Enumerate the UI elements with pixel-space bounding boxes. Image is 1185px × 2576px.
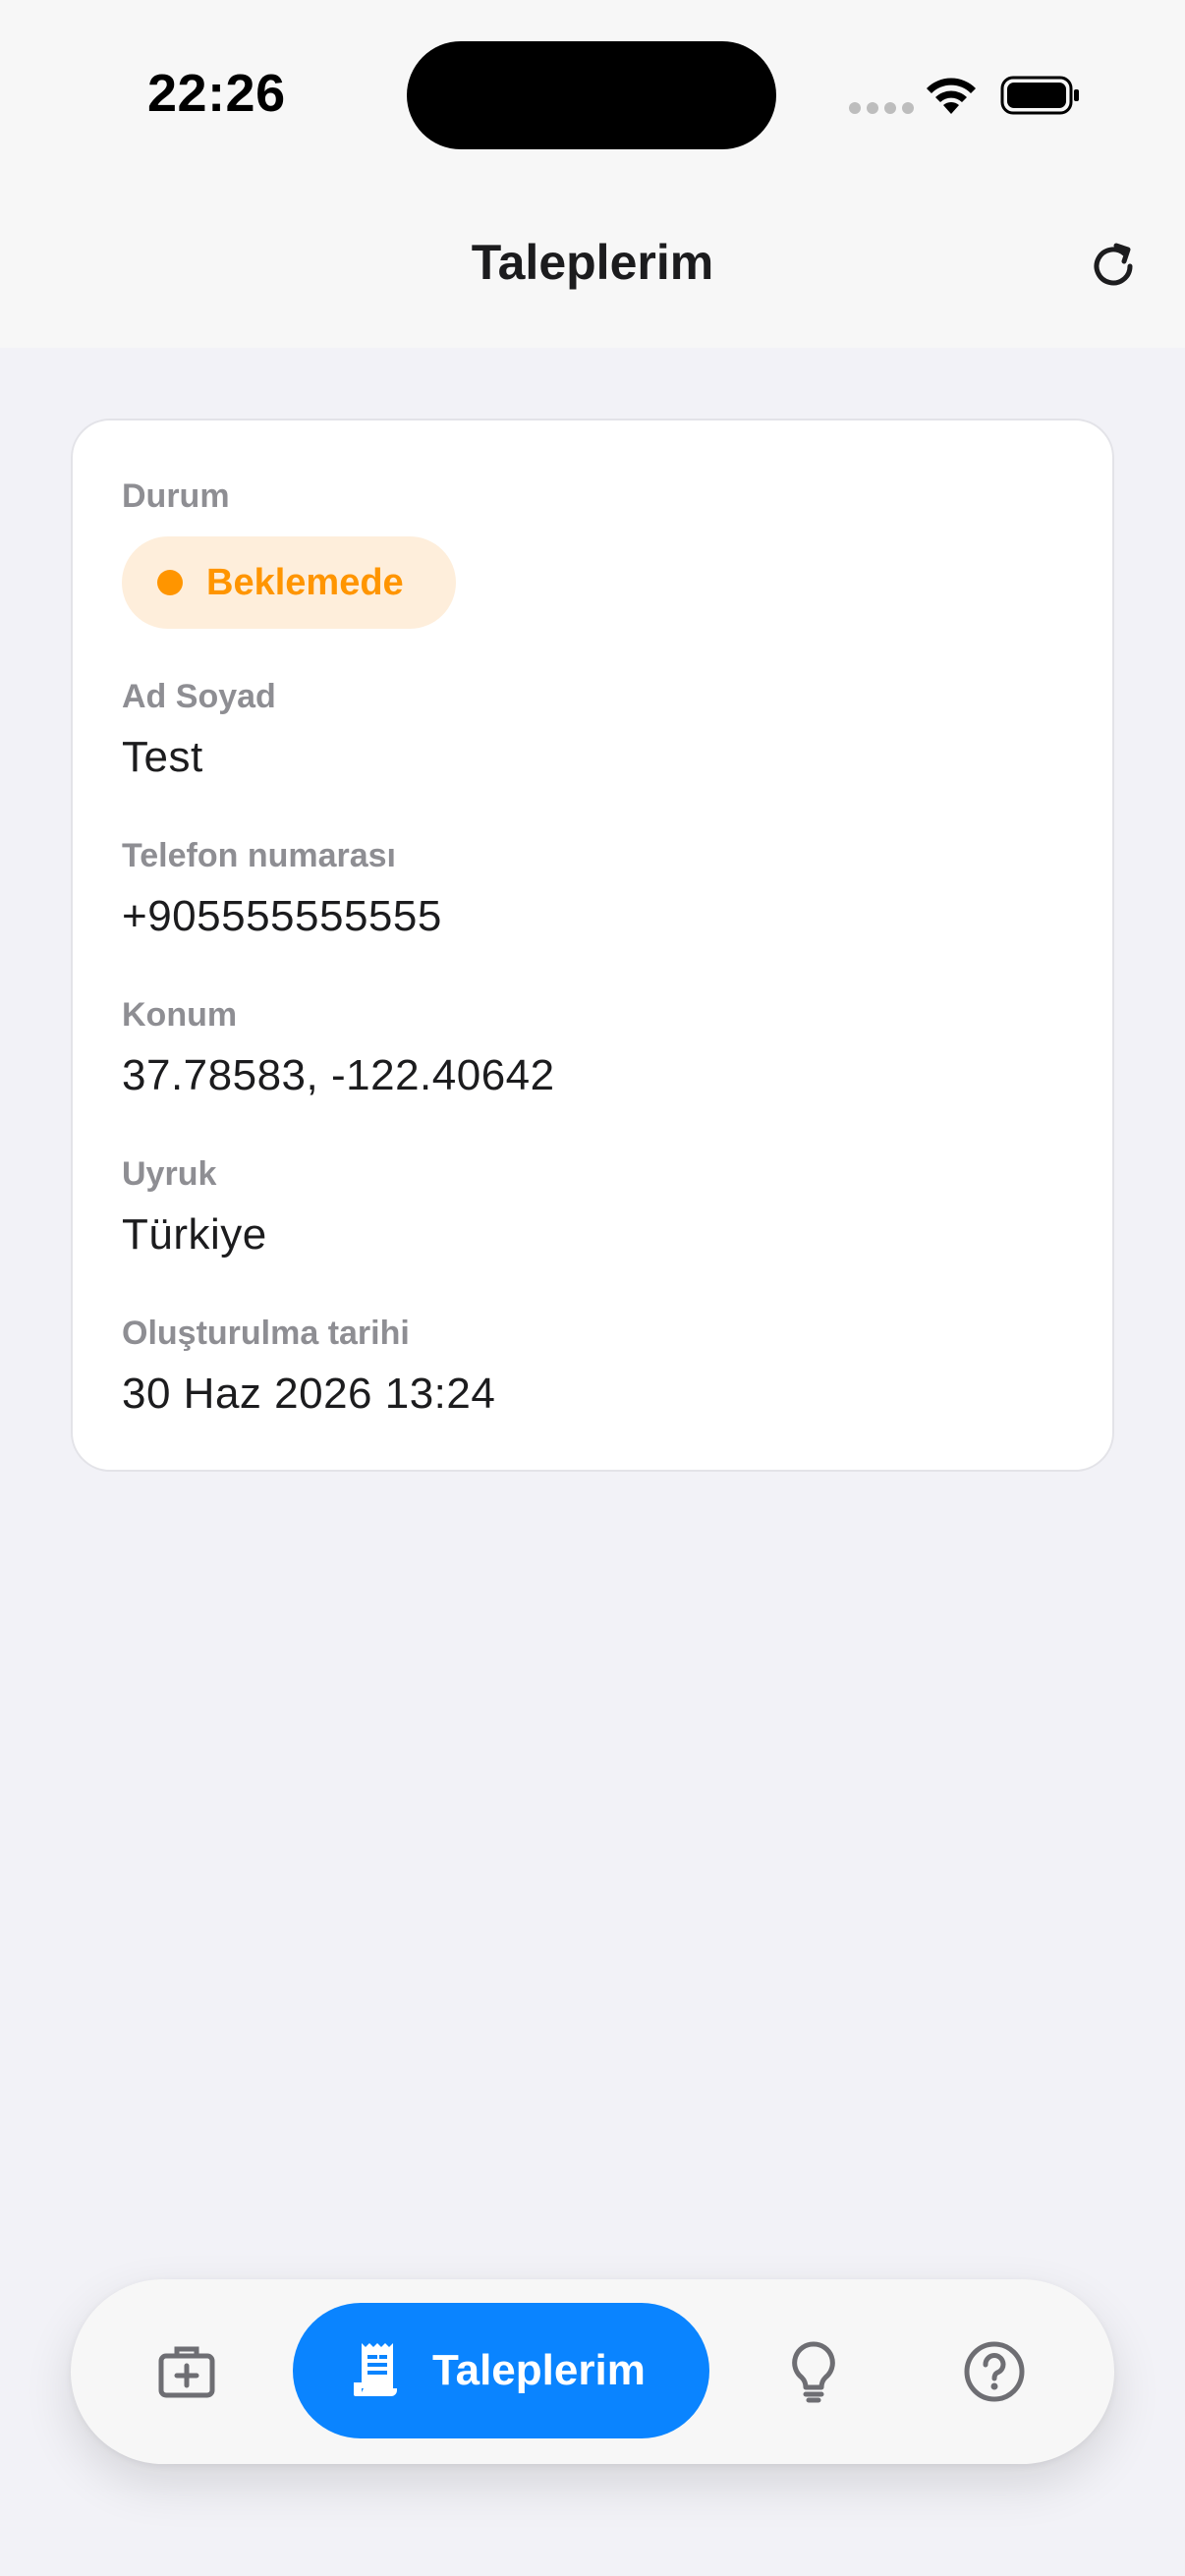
- name-value: Test: [122, 733, 203, 781]
- medical-kit-icon: [158, 2346, 215, 2398]
- created-date-value: 30 Haz 2026 13:24: [122, 1370, 496, 1418]
- status-text: Beklemede: [206, 561, 404, 603]
- tab-ideas[interactable]: [764, 2323, 863, 2421]
- tab-help[interactable]: [945, 2323, 1044, 2421]
- status-badge: Beklemede: [122, 536, 456, 629]
- top-bar: 22:26 Taleplerim: [0, 0, 1185, 348]
- phone-value: +905555555555: [122, 892, 442, 940]
- app-screen: 22:26 Taleplerim Durum Beklemede Ad Soya…: [0, 0, 1185, 2576]
- phone-label: Telefon numarası: [122, 837, 396, 874]
- status-label: Durum: [122, 477, 230, 515]
- location-label: Konum: [122, 996, 238, 1034]
- page-title: Taleplerim: [471, 235, 714, 290]
- location-value: 37.78583, -122.40642: [122, 1051, 555, 1099]
- bottom-tab-bar: Taleplerim: [71, 2279, 1114, 2464]
- dynamic-island: [407, 41, 776, 149]
- lightbulb-icon: [792, 2341, 835, 2403]
- tab-taleplerim-label: Taleplerim: [432, 2346, 646, 2394]
- nationality-value: Türkiye: [122, 1210, 267, 1259]
- status-time: 22:26: [147, 64, 286, 123]
- refresh-button[interactable]: [1083, 236, 1144, 297]
- refresh-icon: [1094, 243, 1133, 286]
- wifi-icon: [927, 78, 976, 114]
- created-date-label: Oluşturulma tarihi: [122, 1315, 410, 1352]
- request-card[interactable]: Durum Beklemede Ad Soyad Test Telefon nu…: [71, 419, 1114, 1472]
- name-label: Ad Soyad: [122, 678, 276, 715]
- nationality-label: Uyruk: [122, 1155, 217, 1193]
- status-dot: [157, 570, 183, 595]
- battery-icon: [1000, 76, 1079, 115]
- tab-taleplerim[interactable]: Taleplerim: [293, 2303, 709, 2438]
- tab-medical[interactable]: [138, 2323, 236, 2421]
- help-circle-icon: [964, 2341, 1025, 2402]
- receipt-icon: [354, 2343, 397, 2396]
- cellular-signal-icon: [849, 102, 914, 114]
